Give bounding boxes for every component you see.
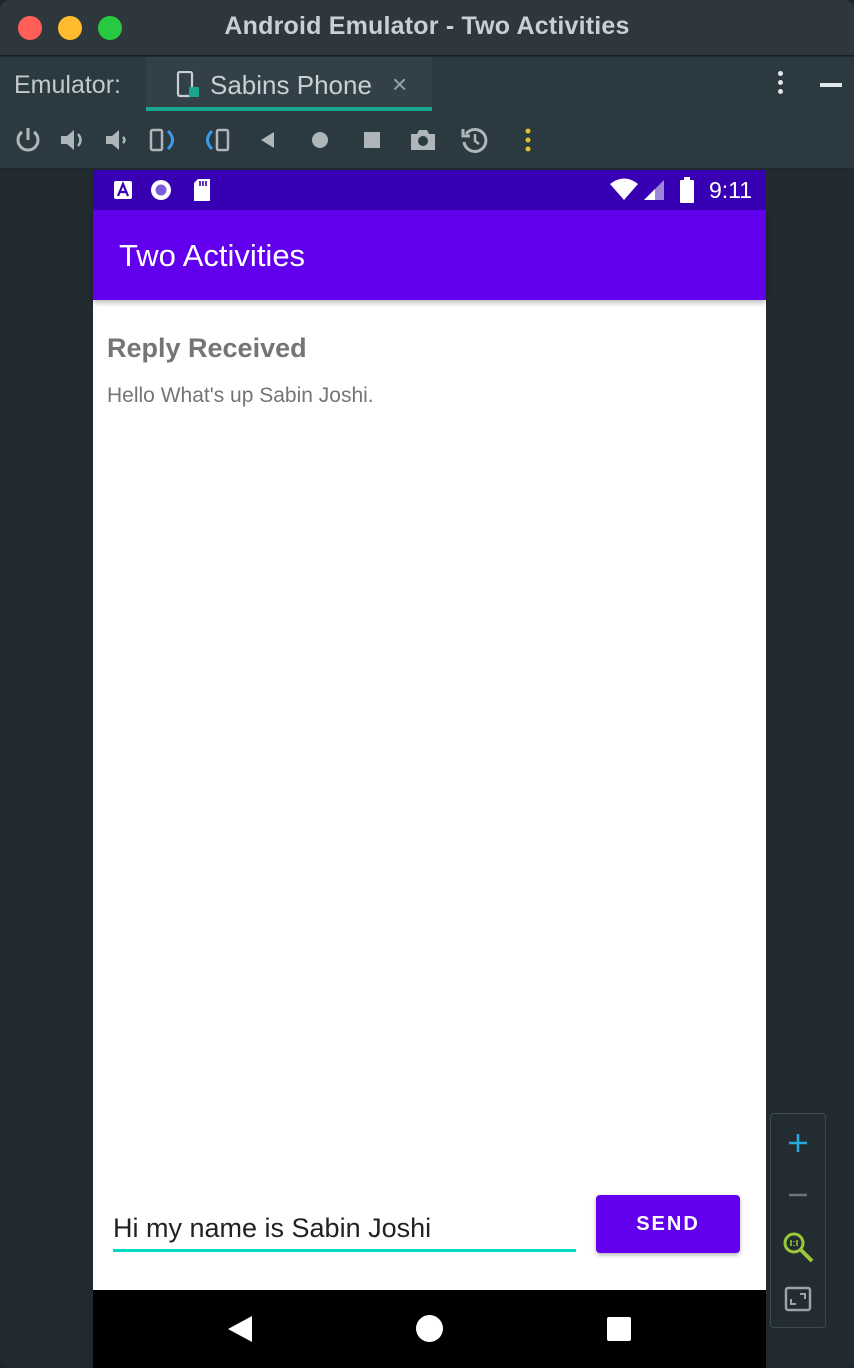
- sd-card-icon: [194, 179, 210, 201]
- rotate-right-icon[interactable]: [201, 125, 231, 155]
- back-icon[interactable]: [254, 125, 284, 155]
- home-icon[interactable]: [305, 125, 335, 155]
- navigation-bar: [93, 1290, 766, 1368]
- reply-message: Hello What's up Sabin Joshi.: [107, 384, 374, 407]
- emulator-toolbar: [0, 111, 854, 169]
- battery-icon: [680, 177, 694, 203]
- emulator-tab-row: Emulator: Sabins Phone ×: [0, 57, 854, 111]
- more-options-icon[interactable]: [772, 69, 788, 99]
- power-icon[interactable]: [13, 125, 43, 155]
- screenshot-icon[interactable]: [408, 125, 438, 155]
- message-input[interactable]: [113, 1206, 576, 1252]
- nav-home-icon[interactable]: [416, 1315, 443, 1342]
- device-icon: [176, 71, 199, 98]
- more-icon[interactable]: [513, 125, 543, 155]
- emulator-label: Emulator:: [14, 71, 121, 99]
- tab-label: Sabins Phone: [210, 70, 372, 100]
- zoom-1to1-icon[interactable]: [771, 1222, 825, 1272]
- overview-icon[interactable]: [357, 125, 387, 155]
- minimize-panel-button[interactable]: [820, 83, 842, 87]
- reply-heading: Reply Received: [107, 333, 307, 363]
- title-bar: Android Emulator - Two Activities: [0, 0, 854, 56]
- tab-close-button[interactable]: ×: [392, 69, 407, 100]
- status-time: 9:11: [708, 177, 752, 203]
- wifi-icon: [610, 178, 638, 200]
- emulator-window: Android Emulator - Two Activities Emulat…: [0, 0, 854, 1368]
- volume-down-icon[interactable]: [103, 125, 133, 155]
- tab-sabins-phone[interactable]: Sabins Phone ×: [146, 57, 432, 111]
- device-screen: 9:11 Two Activities Reply Received Hello…: [93, 170, 766, 1368]
- nav-back-icon[interactable]: [228, 1316, 252, 1342]
- volume-up-icon[interactable]: [58, 125, 88, 155]
- status-bar: 9:11: [93, 170, 766, 210]
- zoom-panel: [770, 1113, 826, 1328]
- cellular-signal-icon: [644, 180, 664, 200]
- app-bar: Two Activities: [93, 210, 766, 300]
- window-title: Android Emulator - Two Activities: [224, 12, 630, 40]
- rotate-left-icon[interactable]: [149, 125, 179, 155]
- app-title: Two Activities: [119, 238, 306, 273]
- zoom-in-icon[interactable]: [771, 1118, 825, 1168]
- record-icon: [151, 180, 171, 200]
- send-button[interactable]: SEND: [596, 1195, 740, 1253]
- accessibility-app-icon: [114, 181, 132, 199]
- nav-recents-icon[interactable]: [607, 1317, 631, 1341]
- fit-screen-icon[interactable]: [771, 1274, 825, 1324]
- zoom-out-icon[interactable]: [771, 1170, 825, 1220]
- snapshot-icon[interactable]: [460, 125, 490, 155]
